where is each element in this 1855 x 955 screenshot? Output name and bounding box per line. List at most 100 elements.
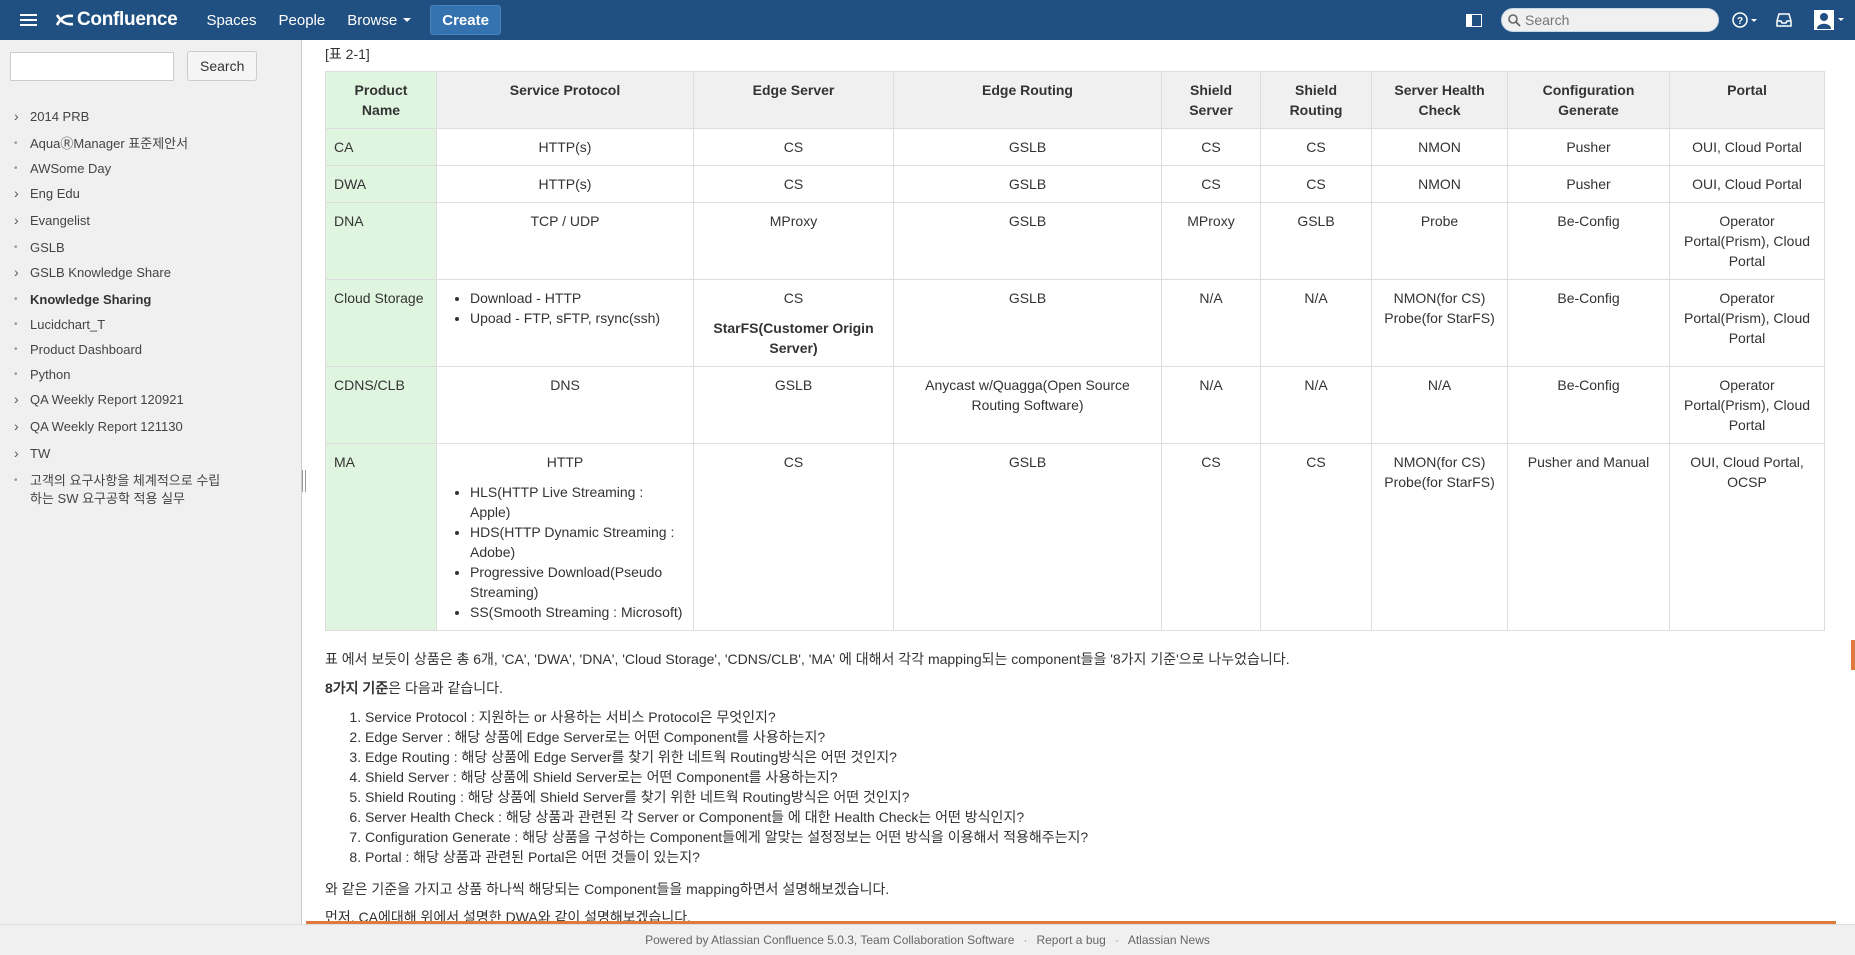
- user-avatar-icon[interactable]: [1805, 0, 1855, 40]
- table-row: CA HTTP(s) CS GSLB CS CS NMON Pusher OUI…: [325, 128, 1825, 166]
- cell: GSLB: [893, 128, 1162, 166]
- tree-item[interactable]: Evangelist: [14, 209, 301, 236]
- cell: DNS: [436, 366, 694, 444]
- cell: Pusher and Manual: [1507, 443, 1670, 631]
- list-item: HDS(HTTP Dynamic Streaming : Adobe): [470, 522, 685, 562]
- notifications-inbox-icon[interactable]: [1763, 0, 1805, 40]
- footer-powered-by[interactable]: Powered by Atlassian Confluence 5.0.3, T…: [645, 933, 1014, 947]
- sidebar-search-input[interactable]: [10, 51, 174, 81]
- bullet-icon: [14, 316, 30, 334]
- footer-report-bug[interactable]: Report a bug: [1036, 933, 1105, 947]
- tree-item[interactable]: GSLB: [14, 236, 301, 261]
- create-button[interactable]: Create: [430, 5, 501, 35]
- list-item: Portal : 해당 상품과 관련된 Portal은 어떤 것들이 있는지?: [365, 847, 1088, 867]
- cell: GSLB: [893, 443, 1162, 631]
- cell: Operator Portal(Prism), Cloud Portal: [1669, 366, 1825, 444]
- bullet-icon: [14, 239, 30, 257]
- cell: GSLB: [893, 279, 1162, 367]
- tree-item[interactable]: 2014 PRB: [14, 105, 301, 132]
- chevron-right-icon[interactable]: [14, 108, 30, 128]
- cell-product: Cloud Storage: [325, 279, 437, 367]
- cell: HTTP(s): [436, 128, 694, 166]
- cell: GSLB: [1260, 202, 1372, 280]
- cell: CS: [693, 165, 894, 203]
- cell-product: DWA: [325, 165, 437, 203]
- cell: MProxy: [693, 202, 894, 280]
- nav-people[interactable]: People: [268, 0, 337, 40]
- chevron-right-icon[interactable]: [14, 264, 30, 284]
- cell: N/A: [1161, 366, 1261, 444]
- protocol-list: HLS(HTTP Live Streaming : Apple) HDS(HTT…: [445, 482, 685, 622]
- footer-separator: ·: [1023, 933, 1028, 947]
- list-item: Server Health Check : 해당 상품과 관련된 각 Serve…: [365, 807, 1088, 827]
- help-icon[interactable]: ?: [1727, 0, 1763, 40]
- list-item: Edge Server : 해당 상품에 Edge Server로는 어떤 Co…: [365, 727, 1088, 747]
- cell: N/A: [1260, 366, 1372, 444]
- svg-text:?: ?: [1737, 16, 1743, 27]
- tree-item[interactable]: GSLB Knowledge Share: [14, 261, 301, 288]
- protocol-list: Download - HTTP Upoad - FTP, sFTP, rsync…: [445, 288, 685, 328]
- cell-bold-text: StarFS(Customer Origin Server): [713, 320, 874, 356]
- list-item: Service Protocol : 지원하는 or 사용하는 서비스 Prot…: [365, 707, 1088, 727]
- tree-item[interactable]: AWSome Day: [14, 157, 301, 182]
- chevron-right-icon[interactable]: [14, 418, 30, 438]
- confluence-x-icon: [56, 14, 74, 26]
- cell: GSLB: [893, 202, 1162, 280]
- bullet-icon: [14, 472, 30, 490]
- cell: Download - HTTP Upoad - FTP, sFTP, rsync…: [436, 279, 694, 367]
- tree-item[interactable]: AquaⓇManager 표준제안서: [14, 132, 301, 157]
- nav-spaces[interactable]: Spaces: [195, 0, 267, 40]
- bullet-icon: [14, 291, 30, 309]
- cell: N/A: [1371, 366, 1508, 444]
- confluence-logo[interactable]: Confluence: [56, 9, 178, 31]
- cell: CS: [1260, 165, 1372, 203]
- cell: Operator Portal(Prism), Cloud Portal: [1669, 279, 1825, 367]
- header-search[interactable]: [1501, 8, 1719, 32]
- sidebar-toggle-icon[interactable]: [1453, 0, 1495, 40]
- list-item: HLS(HTTP Live Streaming : Apple): [470, 482, 685, 522]
- tree-item[interactable]: QA Weekly Report 121130: [14, 415, 301, 442]
- sidebar: Search 2014 PRB AquaⓇManager 표준제안서 AWSom…: [0, 40, 302, 924]
- sidebar-search-button[interactable]: Search: [187, 51, 258, 81]
- tree-item-current[interactable]: Knowledge Sharing: [14, 288, 301, 313]
- cell: N/A: [1260, 279, 1372, 367]
- tree-item[interactable]: TW: [14, 442, 301, 469]
- cell: NMON(for CS) Probe(for StarFS): [1371, 443, 1508, 631]
- chevron-right-icon[interactable]: [14, 212, 30, 232]
- tree-item[interactable]: QA Weekly Report 120921: [14, 388, 301, 415]
- list-item: Configuration Generate : 해당 상품을 구성하는 Com…: [365, 827, 1088, 847]
- app-switcher-menu-icon[interactable]: [0, 0, 56, 40]
- col-header: Edge Server: [693, 71, 894, 129]
- paragraph: 와 같은 기준을 가지고 상품 하나씩 해당되는 Component들을 map…: [325, 881, 890, 897]
- cell: OUI, Cloud Portal: [1669, 128, 1825, 166]
- footer-news[interactable]: Atlassian News: [1128, 933, 1210, 947]
- chevron-right-icon[interactable]: [14, 185, 30, 205]
- table-row: DNA TCP / UDP MProxy GSLB MProxy GSLB Pr…: [325, 202, 1825, 280]
- chevron-right-icon[interactable]: [14, 445, 30, 465]
- chevron-right-icon[interactable]: [14, 391, 30, 411]
- cell: OUI, Cloud Portal: [1669, 165, 1825, 203]
- tree-item[interactable]: Python: [14, 363, 301, 388]
- cell: Pusher: [1507, 165, 1670, 203]
- tree-item[interactable]: Product Dashboard: [14, 338, 301, 363]
- col-header: Service Protocol: [436, 71, 694, 129]
- cell: TCP / UDP: [436, 202, 694, 280]
- list-item: Upoad - FTP, sFTP, rsync(ssh): [470, 308, 685, 328]
- tree-item[interactable]: Eng Edu: [14, 182, 301, 209]
- footer: Powered by Atlassian Confluence 5.0.3, T…: [0, 924, 1855, 955]
- col-header: Server Health Check: [1371, 71, 1508, 129]
- list-item: Download - HTTP: [470, 288, 685, 308]
- cell: Be-Config: [1507, 279, 1670, 367]
- cell: Probe: [1371, 202, 1508, 280]
- nav-browse[interactable]: Browse: [336, 0, 422, 40]
- header-search-input[interactable]: [1525, 12, 1705, 28]
- cell: CS: [693, 443, 894, 631]
- bullet-icon: [14, 160, 30, 178]
- chevron-down-icon: [403, 18, 412, 22]
- tree-item[interactable]: Lucidchart_T: [14, 313, 301, 338]
- col-header: Edge Routing: [893, 71, 1162, 129]
- scroll-position-marker: [1851, 640, 1855, 670]
- cell: CS: [1161, 128, 1261, 166]
- cell: CS: [1260, 443, 1372, 631]
- tree-item[interactable]: 고객의 요구사항을 체계적으로 수립하는 SW 요구공학 적용 실무: [14, 469, 301, 512]
